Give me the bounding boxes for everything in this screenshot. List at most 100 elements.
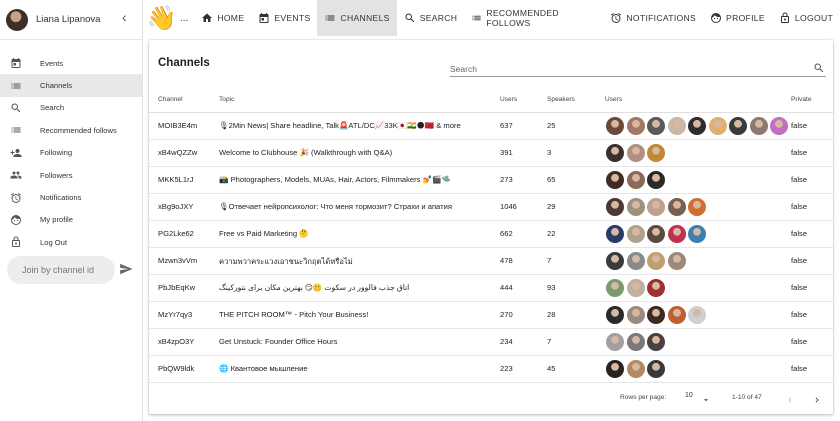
avatar[interactable] <box>769 116 789 136</box>
avatar[interactable] <box>625 305 646 325</box>
avatar[interactable] <box>625 251 646 271</box>
avatar[interactable] <box>625 116 646 136</box>
sidebar-item-followers[interactable]: Followers <box>0 164 142 186</box>
sidebar-item-log-out[interactable]: Log Out <box>0 231 142 253</box>
avatar[interactable] <box>605 197 625 217</box>
avatar[interactable] <box>666 224 687 244</box>
speaker-count: 7 <box>547 337 552 346</box>
table-row[interactable]: MKK5L1rJ 📸 Photographers, Models, MUAs, H… <box>149 167 833 194</box>
join-channel-input[interactable] <box>22 265 114 275</box>
sidebar-item-following[interactable]: Following <box>0 142 142 164</box>
avatar[interactable] <box>605 224 625 244</box>
nav-profile[interactable]: PROFILE <box>703 0 772 36</box>
nav-home[interactable]: HOME <box>194 0 251 36</box>
column-header-user-avatars[interactable]: Users <box>605 96 622 103</box>
table-row[interactable]: PG2Lke62 Free vs Paid Marketing 🤔 662 22 fal… <box>149 221 833 248</box>
channel-id[interactable]: PG2Lke62 <box>158 229 194 238</box>
avatar[interactable] <box>605 305 625 325</box>
avatar[interactable] <box>748 116 769 136</box>
sidebar-item-channels[interactable]: Channels <box>0 74 142 97</box>
avatar[interactable] <box>625 359 646 379</box>
avatar[interactable] <box>646 224 666 244</box>
avatar[interactable] <box>666 197 687 217</box>
table-row[interactable]: MOIB3E4m 🎙2Min News| Share headline, Talk… <box>149 113 833 140</box>
avatar[interactable] <box>625 197 646 217</box>
sidebar-item-recommended-follows[interactable]: Recommended follows <box>0 119 142 141</box>
avatar[interactable] <box>666 116 687 136</box>
nav-notifications[interactable]: NOTIFICATIONS <box>603 0 703 36</box>
avatar[interactable] <box>605 143 625 163</box>
nav-recommended-follows[interactable]: RECOMMENDED FOLLOWS <box>464 0 603 36</box>
avatar[interactable] <box>605 359 625 379</box>
avatar[interactable] <box>646 116 666 136</box>
avatar[interactable] <box>666 251 687 271</box>
avatar[interactable] <box>687 197 707 217</box>
channel-id[interactable]: PbJbEqKw <box>158 283 195 292</box>
avatar[interactable] <box>605 278 625 298</box>
channel-id[interactable]: MKK5L1rJ <box>158 175 193 184</box>
avatar[interactable] <box>687 305 707 325</box>
send-icon[interactable] <box>119 262 135 278</box>
channel-id[interactable]: MOIB3E4m <box>158 121 197 130</box>
avatar[interactable] <box>646 359 666 379</box>
avatar[interactable] <box>646 251 666 271</box>
avatar[interactable] <box>646 143 666 163</box>
top-navigation: 👋 ... HOME EVENTS CHANNELS SEARCH RECOMM… <box>143 0 840 36</box>
avatar[interactable] <box>646 278 666 298</box>
avatar[interactable] <box>646 332 666 352</box>
table-row[interactable]: xB4wQZZw Welcome to Clubhouse 🎉 (Walkthro… <box>149 140 833 167</box>
avatar[interactable] <box>687 116 707 136</box>
nav-logout[interactable]: LOGOUT <box>772 0 840 36</box>
channel-id[interactable]: Mzwn3vVm <box>158 256 197 265</box>
search-input[interactable] <box>450 60 790 78</box>
search-icon[interactable] <box>813 61 825 79</box>
avatar[interactable] <box>625 143 646 163</box>
sidebar-item-my-profile[interactable]: My profile <box>0 209 142 231</box>
avatar[interactable] <box>728 116 748 136</box>
sidebar-item-notifications[interactable]: Notifications <box>0 186 142 208</box>
avatar[interactable] <box>605 116 625 136</box>
table-row[interactable]: PbJbEqKw اتاق جذب فالوور در سکوت 🤫😏 بهتری… <box>149 275 833 302</box>
rows-per-page-select[interactable]: 10 <box>685 392 693 399</box>
sidebar-item-search[interactable]: Search <box>0 97 142 119</box>
nav-search[interactable]: SEARCH <box>397 0 465 36</box>
table-row[interactable]: PbQW9ldk 🌐 Квантовое мышление 223 45 false <box>149 356 833 383</box>
avatar[interactable] <box>646 197 666 217</box>
chevron-left-icon[interactable] <box>785 392 795 410</box>
channel-id[interactable]: xB4wQZZw <box>158 148 197 157</box>
avatar[interactable] <box>625 278 646 298</box>
channel-id[interactable]: xBg9oJXY <box>158 202 193 211</box>
waving-hand-logo[interactable]: 👋 <box>143 0 180 36</box>
channel-id[interactable]: xB4zpO3Y <box>158 337 194 346</box>
channel-id[interactable]: MzYr7qy3 <box>158 310 192 319</box>
column-header-speakers[interactable]: Speakers <box>547 96 575 103</box>
column-header-topic[interactable]: Topic <box>219 96 234 103</box>
channel-id[interactable]: PbQW9ldk <box>158 364 194 373</box>
column-header-channel[interactable]: Channel <box>158 96 183 103</box>
nav-label: NOTIFICATIONS <box>626 13 697 23</box>
table-row[interactable]: Mzwn3vVm ความพวาคระแวงเอาชนะวิกฤตได้หรือไ… <box>149 248 833 275</box>
nav-events[interactable]: EVENTS <box>251 0 317 36</box>
avatar[interactable] <box>666 305 687 325</box>
chevron-right-icon[interactable] <box>812 392 822 410</box>
avatar[interactable] <box>625 224 646 244</box>
nav-channels[interactable]: CHANNELS <box>317 0 397 36</box>
sidebar-item-events[interactable]: Events <box>0 52 142 74</box>
avatar[interactable] <box>605 170 625 190</box>
table-row[interactable]: xB4zpO3Y Get Unstuck: Founder Office Hour… <box>149 329 833 356</box>
caret-down-icon[interactable] <box>701 392 711 410</box>
avatar[interactable] <box>687 224 707 244</box>
avatar[interactable] <box>646 305 666 325</box>
avatar[interactable] <box>625 332 646 352</box>
avatar[interactable] <box>646 170 666 190</box>
table-row[interactable]: MzYr7qy3 THE PITCH ROOM™ - Pitch Your Bus… <box>149 302 833 329</box>
column-header-private[interactable]: Private <box>791 96 812 103</box>
avatar[interactable] <box>625 170 646 190</box>
table-row[interactable]: xBg9oJXY 🎙Отвечает нейропсихолог: Что мен… <box>149 194 833 221</box>
user-avatar[interactable] <box>6 8 28 31</box>
chevron-left-icon[interactable]: ‹ <box>122 9 127 25</box>
avatar[interactable] <box>605 332 625 352</box>
avatar[interactable] <box>707 116 728 136</box>
column-header-users[interactable]: Users <box>500 96 517 103</box>
avatar[interactable] <box>605 251 625 271</box>
